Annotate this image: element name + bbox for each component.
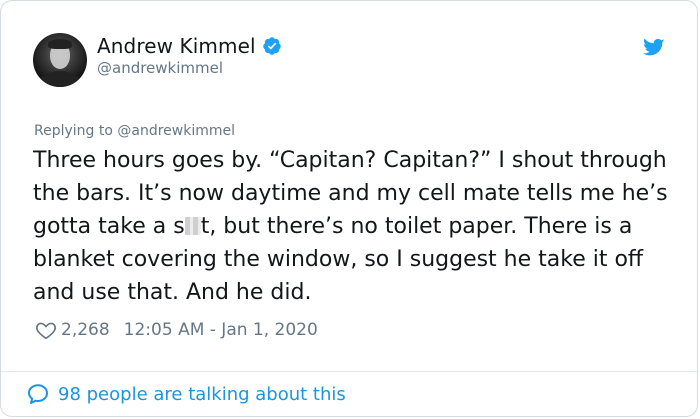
twitter-bird-icon[interactable] (643, 37, 665, 57)
avatar-shirt (39, 71, 81, 87)
speech-bubble-icon (28, 384, 48, 404)
tweet-card: Andrew Kimmel @andrewkimmel Replying to … (0, 0, 698, 417)
heart-icon[interactable] (35, 319, 57, 341)
like-count[interactable]: 2,268 (61, 320, 110, 340)
conversation-link[interactable]: 98 people are talking about this (26, 382, 346, 406)
tweet-text: Three hours goes by. “Capitan? Capitan?”… (33, 144, 673, 309)
avatar[interactable] (33, 33, 87, 87)
tweet-meta-row: 2,268 12:05 AM - Jan 1, 2020 (35, 319, 318, 341)
card-divider (1, 371, 697, 372)
verified-badge-icon (262, 37, 281, 55)
tweet-timestamp[interactable]: 12:05 AM - Jan 1, 2020 (124, 320, 318, 340)
avatar-hair (48, 39, 72, 49)
replying-to-line: Replying to @andrewkimmel (34, 123, 235, 139)
author-handle[interactable]: @andrewkimmel (97, 59, 223, 77)
censored-pixelation (184, 217, 201, 235)
replying-to-prefix: Replying to (34, 123, 118, 139)
author-display-name[interactable]: Andrew Kimmel (97, 34, 256, 58)
author-name-row[interactable]: Andrew Kimmel (97, 34, 282, 58)
conversation-link-text[interactable]: 98 people are talking about this (58, 384, 346, 405)
replying-to-handle-link[interactable]: @andrewkimmel (117, 123, 235, 139)
